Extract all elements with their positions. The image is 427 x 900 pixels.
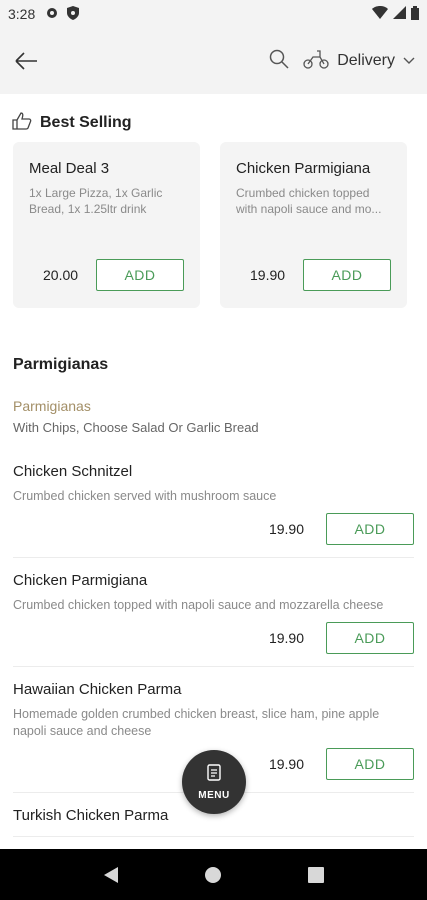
nav-back-icon[interactable] (96, 860, 126, 890)
signal-icon (393, 6, 406, 22)
add-button[interactable]: ADD (326, 748, 414, 780)
delivery-selector[interactable]: Delivery (303, 49, 415, 74)
menu-item[interactable]: Chicken Parmigiana Crumbed chicken toppe… (13, 558, 414, 667)
add-button[interactable]: ADD (303, 259, 391, 291)
shield-icon (67, 5, 80, 23)
menu-fab-button[interactable]: MENU (182, 750, 246, 814)
best-selling-header: Best Selling (0, 94, 427, 136)
menu-item-price: 19.90 (268, 756, 304, 772)
menu-item-name: Chicken Schnitzel (13, 463, 133, 480)
best-selling-price: 20.00 (43, 267, 79, 283)
menu-fab-label: MENU (198, 789, 230, 801)
best-selling-title: Best Selling (40, 114, 132, 131)
best-selling-card[interactable]: Chicken Parmigiana Crumbed chicken toppe… (220, 142, 407, 308)
best-selling-price: 19.90 (250, 267, 286, 283)
best-selling-name: Chicken Parmigiana (236, 160, 371, 177)
document-icon (207, 763, 221, 786)
app-bar: Delivery (0, 28, 427, 94)
best-selling-desc: Crumbed chicken topped with napoli sauce… (236, 186, 382, 216)
menu-content[interactable]: Best Selling Meal Deal 3 1x Large Pizza,… (0, 94, 427, 849)
status-bar: 3:28 (0, 0, 427, 28)
best-selling-list: Meal Deal 3 1x Large Pizza, 1x Garlic Br… (0, 136, 427, 308)
menu-item-name: Chicken Parmigiana (13, 572, 148, 589)
scooter-icon (303, 49, 329, 74)
status-time: 3:28 (8, 6, 36, 22)
category-subtitle: Parmigianas (13, 398, 91, 414)
add-button[interactable]: ADD (326, 513, 414, 545)
system-nav-bar (0, 849, 427, 900)
category-note: With Chips, Choose Salad Or Garlic Bread (13, 420, 259, 435)
menu-item-price: 19.90 (268, 630, 304, 646)
add-button[interactable]: ADD (326, 622, 414, 654)
menu-item[interactable]: Chicken Schnitzel Crumbed chicken served… (13, 449, 414, 558)
chevron-down-icon (403, 52, 415, 70)
menu-item-name: Hawaiian Chicken Parma (13, 681, 182, 698)
add-button[interactable]: ADD (96, 259, 184, 291)
best-selling-card[interactable]: Meal Deal 3 1x Large Pizza, 1x Garlic Br… (13, 142, 200, 308)
menu-item-desc: Homemade golden crumbed chicken breast, … (13, 707, 380, 738)
gear-icon (45, 6, 59, 23)
menu-item-price: 19.90 (268, 521, 304, 537)
search-icon[interactable] (269, 49, 289, 74)
battery-icon (411, 5, 419, 23)
delivery-label: Delivery (337, 52, 395, 69)
best-selling-desc: 1x Large Pizza, 1x Garlic Bread, 1x 1.25… (29, 186, 163, 216)
menu-item-desc: Crumbed chicken topped with napoli sauce… (13, 598, 384, 612)
nav-home-icon[interactable] (198, 860, 228, 890)
nav-recents-icon[interactable] (301, 860, 331, 890)
category-title: Parmigianas (13, 356, 109, 373)
back-arrow-icon[interactable] (12, 47, 40, 75)
thumbs-up-icon (12, 111, 32, 135)
menu-item-desc: Crumbed chicken served with mushroom sau… (13, 489, 277, 503)
best-selling-name: Meal Deal 3 (29, 160, 110, 177)
wifi-icon (372, 6, 388, 22)
